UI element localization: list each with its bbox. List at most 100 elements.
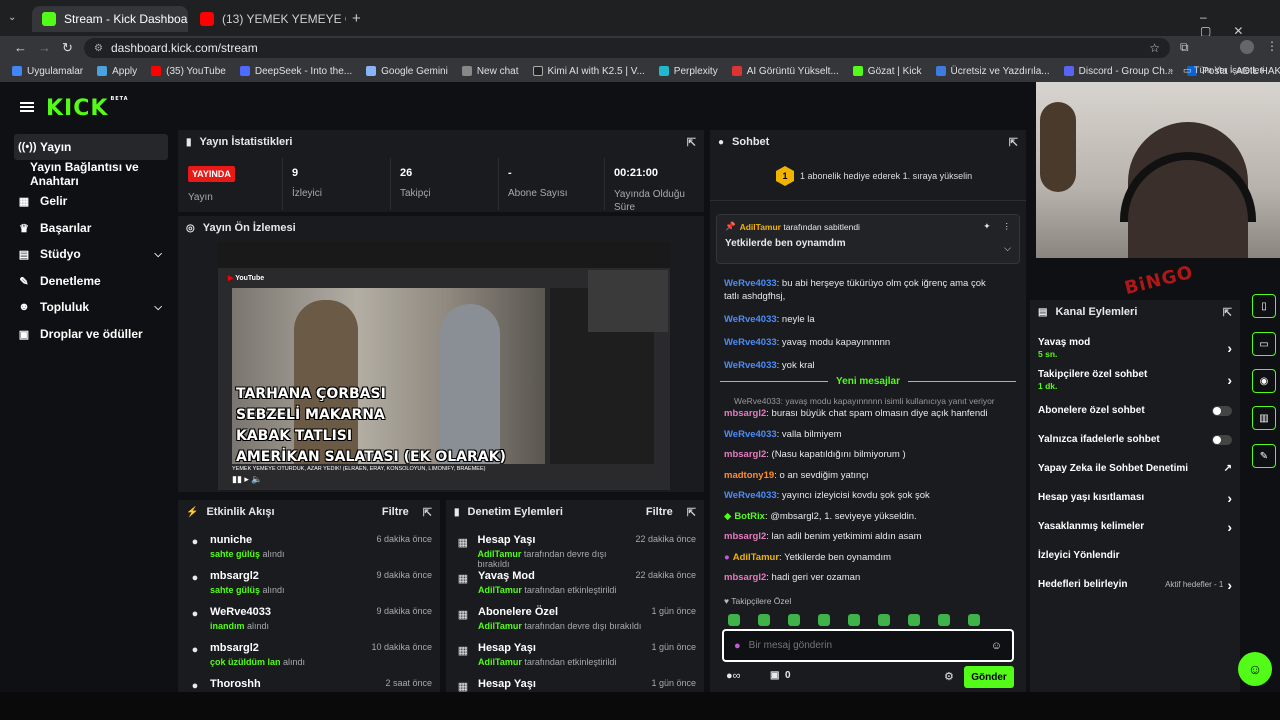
profile-avatar[interactable] bbox=[1240, 40, 1254, 54]
chat-username[interactable]: BotRix bbox=[734, 511, 765, 522]
chat-input-box[interactable]: ● ☺ bbox=[722, 629, 1014, 662]
gift-leaderboard[interactable]: 1 1 abonelik hediye ederek 1. sıraya yük… bbox=[776, 166, 972, 186]
moderation-item[interactable]: ▦ Yavaş Mod AdilTamur tarafından etkinleşt… bbox=[446, 566, 704, 602]
chat-message[interactable]: ◆ BotRix: @mbsargl2, 1. seviyeye yükseldi… bbox=[710, 507, 1026, 528]
tab-search-button[interactable]: ⌄ bbox=[8, 12, 28, 26]
activity-item[interactable]: ● WeRve4033 inandım alındı 9 dakika önce bbox=[178, 602, 440, 638]
all-bookmarks[interactable]: » ▭ Tüm Yer İşaretleri bbox=[1168, 65, 1264, 76]
filter-button[interactable]: Filtre bbox=[382, 506, 409, 518]
bookmark-apply[interactable]: Apply bbox=[97, 66, 137, 77]
url-input[interactable]: ⚙ dashboard.kick.com/stream ☆ bbox=[84, 38, 1170, 58]
popout-icon[interactable]: ⇱ bbox=[687, 506, 696, 519]
stream-preview-video[interactable]: ▶ YouTube TARHANA ÇORBASI SEBZELİ MAKARN… bbox=[218, 242, 670, 490]
chat-username[interactable]: mbsargl2 bbox=[724, 572, 766, 583]
browser-menu-icon[interactable]: ⋮ bbox=[1266, 39, 1278, 53]
channel-action-row[interactable]: Hesap yaşı kısıtlaması › bbox=[1030, 483, 1240, 512]
forward-icon[interactable]: → bbox=[38, 40, 51, 55]
chat-message[interactable]: WeRve4033: valla bilmiyem bbox=[710, 425, 1026, 446]
pinned-message[interactable]: 📌 AdilTamur tarafından sabitlendi ✦ ⋮ Yetki… bbox=[716, 214, 1020, 264]
chat-username[interactable]: WeRve4033 bbox=[724, 360, 777, 371]
toolbar-wrench-icon[interactable]: ✎ bbox=[1252, 444, 1276, 468]
bookmark-gemini[interactable]: Google Gemini bbox=[366, 66, 448, 77]
chat-message[interactable]: WeRve4033: yavaş modu kapayınnnnn bbox=[710, 333, 1010, 352]
toggle-switch[interactable] bbox=[1212, 405, 1232, 416]
channel-action-row[interactable]: Yasaklanmış kelimeler › bbox=[1030, 512, 1240, 541]
window-controls[interactable]: –▢✕ bbox=[1200, 10, 1280, 38]
channel-action-row[interactable]: Hedefleri belirleyin Aktif hedefler - 1 › bbox=[1030, 570, 1240, 599]
nav-item-studio[interactable]: ▤ Stüdyo ⌵ bbox=[14, 241, 168, 267]
moderation-item[interactable]: ▦ Hesap Yaşı 1 gün önce bbox=[446, 674, 704, 692]
toolbar-mod-icon[interactable]: ▥ bbox=[1252, 406, 1276, 430]
nav-item-achievements[interactable]: ♛ Başarılar bbox=[14, 215, 168, 241]
channel-action-row[interactable]: Yalnızca ifadelerle sohbet bbox=[1030, 425, 1240, 454]
bookmark-printable[interactable]: Ücretsiz ve Yazdırıla... bbox=[935, 66, 1050, 77]
chat-message-input[interactable] bbox=[748, 640, 991, 651]
channel-action-row[interactable]: Abonelere özel sohbet bbox=[1030, 396, 1240, 425]
chat-message[interactable]: mbsargl2: (Nasu kapatıldığını bilmiyorum… bbox=[710, 445, 1026, 466]
chat-username[interactable]: WeRve4033 bbox=[724, 490, 777, 501]
emote-row[interactable] bbox=[728, 614, 1018, 641]
activity-item[interactable]: ● mbsargl2 çok üzüldüm lan alındı 10 dakika… bbox=[178, 638, 440, 674]
moderation-item[interactable]: ▦ Hesap Yaşı AdilTamur tarafından etkinleş… bbox=[446, 638, 704, 674]
chat-message[interactable]: mbsargl2: hadi geri ver ozaman bbox=[710, 568, 1026, 589]
bookmark-ai-upscale[interactable]: AI Görüntü Yükselt... bbox=[731, 66, 839, 77]
mic-icon[interactable]: ● bbox=[734, 640, 741, 652]
channel-action-row[interactable]: Takipçilere özel sohbet 1 dk. › bbox=[1030, 364, 1240, 396]
chat-username[interactable]: mbsargl2 bbox=[724, 531, 766, 542]
moderation-item[interactable]: ▦ Abonelere Özel AdilTamur tarafından devr… bbox=[446, 602, 704, 638]
popout-icon[interactable]: ⇱ bbox=[423, 506, 432, 519]
bookmark-perplexity[interactable]: Perplexity bbox=[658, 66, 718, 77]
unpin-icon[interactable]: ✦ bbox=[983, 221, 990, 232]
nav-item-community[interactable]: ☻ Topluluk ⌵ bbox=[14, 294, 168, 320]
activity-item[interactable]: ● mbsargl2 sahte gülüş alındı 9 dakika önce bbox=[178, 566, 440, 602]
emoji-icon[interactable]: ☺ bbox=[991, 640, 1002, 652]
chat-message[interactable]: madtony19: o an sevdiğim yatınçı bbox=[710, 466, 1026, 487]
player-controls[interactable]: ▮▮ ▸ 🔈 bbox=[232, 474, 668, 488]
site-info-icon[interactable]: ⚙ bbox=[94, 43, 103, 54]
bookmark-apps[interactable]: Uygulamalar bbox=[12, 66, 83, 77]
moderation-item[interactable]: ▦ Hesap Yaşı AdilTamur tarafından devre dı… bbox=[446, 530, 704, 569]
chat-username[interactable]: madtony19 bbox=[724, 470, 774, 481]
activity-item[interactable]: ● nuniche sahte gülüş alındı 6 dakika önce bbox=[178, 530, 440, 566]
toolbar-broadcast-icon[interactable]: ◉ bbox=[1252, 369, 1276, 393]
chat-username[interactable]: WeRve4033 bbox=[724, 278, 777, 289]
toggle-switch[interactable] bbox=[1212, 434, 1232, 445]
chat-message[interactable]: WeRve4033: yayıncı izleyicisi kovdu şok … bbox=[710, 486, 1026, 507]
chat-username[interactable]: AdilTamur bbox=[733, 552, 779, 563]
channel-action-row[interactable]: Yapay Zeka ile Sohbet Denetimi ↗ bbox=[1030, 454, 1240, 483]
channel-action-row[interactable]: İzleyici Yönlendir bbox=[1030, 541, 1240, 570]
kick-logo[interactable]: KICK BETA bbox=[46, 96, 129, 121]
filter-button[interactable]: Filtre bbox=[646, 506, 673, 518]
nav-item-stream[interactable]: ((•)) Yayın bbox=[14, 134, 168, 160]
toolbar-btn-1[interactable]: ▯ bbox=[1252, 294, 1276, 318]
tab-kick-dashboard[interactable]: Stream - Kick Dashboard ✕ bbox=[32, 6, 188, 32]
chat-message[interactable]: WeRve4033: neyle la bbox=[710, 310, 1010, 329]
chat-message[interactable]: WeRve4033: yok kral bbox=[710, 356, 1010, 375]
popout-icon[interactable]: ⇱ bbox=[687, 136, 696, 149]
toolbar-chat-icon[interactable]: ▭ bbox=[1252, 332, 1276, 356]
points-counter[interactable]: ▣ 0 bbox=[770, 670, 791, 681]
menu-hamburger-icon[interactable] bbox=[20, 100, 34, 114]
bookmark-discord[interactable]: Discord - Group Ch... bbox=[1063, 66, 1173, 77]
popout-icon[interactable]: ⇱ bbox=[1223, 306, 1232, 319]
chat-username[interactable]: WeRve4033 bbox=[724, 314, 777, 325]
reload-icon[interactable]: ↻ bbox=[62, 40, 73, 56]
popout-icon[interactable]: ⇱ bbox=[1009, 136, 1018, 149]
send-button[interactable]: Gönder bbox=[964, 666, 1014, 688]
bookmark-kimi[interactable]: Kimi AI with K2.5 | V... bbox=[532, 66, 645, 77]
chat-username[interactable]: WeRve4033 bbox=[724, 337, 777, 348]
channel-action-row[interactable]: Yavaş mod 5 sn. › bbox=[1030, 332, 1240, 364]
chat-message[interactable]: mbsargl2: lan adil benim yetkimimi aldın… bbox=[710, 527, 1026, 548]
chat-message[interactable]: WeRve4033: bu abi herşeye tükürüyo olm ç… bbox=[710, 274, 1010, 306]
new-tab-button[interactable]: + bbox=[352, 10, 361, 27]
chat-username[interactable]: mbsargl2 bbox=[724, 408, 766, 419]
help-chat-button[interactable]: ☺ bbox=[1238, 652, 1272, 686]
bookmark-youtube[interactable]: (35) YouTube bbox=[151, 66, 226, 77]
back-icon[interactable]: ← bbox=[14, 40, 27, 55]
nav-item-moderation[interactable]: ✎ Denetleme bbox=[14, 268, 168, 294]
nav-item-drops[interactable]: ▣ Droplar ve ödüller bbox=[14, 321, 168, 347]
tab-youtube[interactable]: (13) YEMEK YEMEYE OTURDUK... ✕ bbox=[190, 6, 346, 32]
bookmark-new-chat[interactable]: New chat bbox=[461, 66, 519, 77]
activity-item[interactable]: ● Thoroshh 2 saat önce bbox=[178, 674, 440, 692]
nav-item-stream-key[interactable]: Yayın Bağlantısı ve Anahtarı bbox=[14, 160, 184, 188]
